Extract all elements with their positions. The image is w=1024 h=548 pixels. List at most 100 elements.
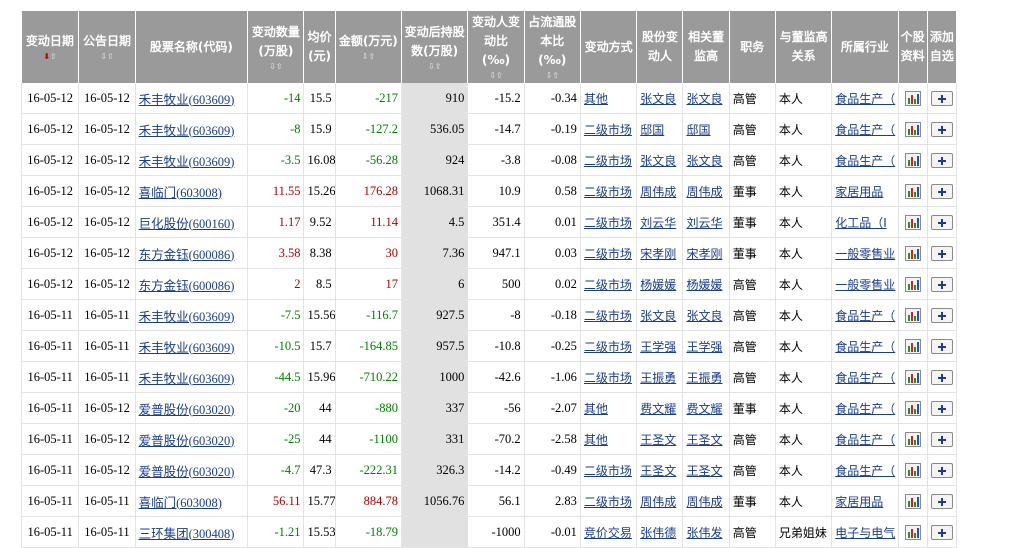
add-watchlist-plus-icon[interactable] (930, 183, 953, 199)
industry-link[interactable]: 一般零售业 (835, 278, 895, 292)
sort-arrows-icon[interactable]: ⇩⇧ (404, 62, 465, 72)
sort-arrows-icon[interactable]: ⇩⇧ (81, 52, 132, 62)
change-method-link[interactable]: 二级市场 (584, 123, 632, 137)
add-watchlist-plus-icon[interactable] (930, 214, 953, 230)
industry-link[interactable]: 家居用品 (835, 495, 883, 509)
stock-link[interactable]: 禾丰牧业(603609) (139, 310, 235, 324)
bar-chart-icon[interactable] (904, 431, 921, 447)
bar-chart-icon[interactable] (904, 214, 921, 230)
officer-link[interactable]: 张文良 (686, 309, 722, 323)
sort-up-icon[interactable]: ⇧ (552, 71, 559, 80)
add-watchlist-plus-icon[interactable] (930, 90, 953, 106)
industry-link[interactable]: 家居用品 (835, 185, 883, 199)
stock-link[interactable]: 爱普股份(603020) (139, 403, 235, 417)
officer-link[interactable]: 王圣文 (686, 464, 722, 478)
change-method-link[interactable]: 其他 (584, 92, 608, 106)
industry-link[interactable]: 食品生产（ (835, 340, 895, 354)
changer-link[interactable]: 张文良 (640, 154, 676, 168)
sort-up-icon[interactable]: ⇧ (496, 71, 503, 80)
change-method-link[interactable]: 二级市场 (584, 154, 632, 168)
stock-link[interactable]: 巨化股份(600160) (139, 217, 235, 231)
bar-chart-icon[interactable] (904, 524, 921, 540)
change-method-link[interactable]: 二级市场 (584, 309, 632, 323)
bar-chart-icon[interactable] (904, 493, 921, 509)
change-method-link[interactable]: 二级市场 (584, 371, 632, 385)
sort-down-icon[interactable]: ⇩ (489, 71, 496, 80)
th-change-date[interactable]: 变动日期 ⬇⇧ (21, 11, 80, 83)
sort-up-icon[interactable]: ⇧ (435, 62, 442, 71)
bar-chart-icon[interactable] (904, 276, 921, 292)
changer-link[interactable]: 张文良 (640, 309, 676, 323)
bar-chart-icon[interactable] (904, 400, 921, 416)
sort-up-icon[interactable]: ⇧ (276, 62, 283, 71)
add-watchlist-plus-icon[interactable] (930, 400, 953, 416)
stock-link[interactable]: 禾丰牧业(603609) (139, 155, 235, 169)
change-method-link[interactable]: 二级市场 (584, 495, 632, 509)
changer-link[interactable]: 王圣文 (640, 433, 676, 447)
sort-arrows-icon[interactable]: ⇩⇧ (338, 52, 399, 62)
change-method-link[interactable]: 二级市场 (584, 340, 632, 354)
add-watchlist-plus-icon[interactable] (930, 307, 953, 323)
stock-link[interactable]: 喜临门(603008) (139, 496, 222, 510)
officer-link[interactable]: 王振勇 (686, 371, 722, 385)
sort-arrows-icon[interactable]: ⬇⇧ (24, 52, 77, 62)
add-watchlist-plus-icon[interactable] (930, 431, 953, 447)
change-method-link[interactable]: 二级市场 (584, 464, 632, 478)
th-announce-date[interactable]: 公告日期 ⇩⇧ (78, 11, 136, 83)
add-watchlist-plus-icon[interactable] (930, 369, 953, 385)
change-method-link[interactable]: 其他 (584, 402, 608, 416)
industry-link[interactable]: 食品生产（ (835, 92, 895, 106)
sort-up-icon[interactable]: ⇧ (50, 52, 57, 61)
officer-link[interactable]: 刘云华 (686, 216, 722, 230)
sort-arrows-icon[interactable]: ⇩⇧ (470, 71, 521, 81)
industry-link[interactable]: 电子与电气 (835, 526, 895, 540)
stock-link[interactable]: 三环集团(300408) (139, 527, 235, 541)
sort-arrows-icon[interactable]: ⇩⇧ (527, 71, 578, 81)
bar-chart-icon[interactable] (904, 245, 921, 261)
officer-link[interactable]: 宋孝刚 (686, 247, 722, 261)
stock-link[interactable]: 喜临门(603008) (139, 186, 222, 200)
th-float-ratio[interactable]: 占流通股本比(‰) ⇩⇧ (524, 11, 581, 83)
change-method-link[interactable]: 二级市场 (584, 247, 632, 261)
officer-link[interactable]: 周伟成 (686, 495, 722, 509)
th-holding-after[interactable]: 变动后持股数(万股) ⇩⇧ (401, 11, 469, 83)
officer-link[interactable]: 杨媛媛 (686, 278, 722, 292)
add-watchlist-plus-icon[interactable] (930, 493, 953, 509)
industry-link[interactable]: 食品生产（ (835, 402, 895, 416)
changer-link[interactable]: 张文良 (640, 92, 676, 106)
add-watchlist-plus-icon[interactable] (930, 276, 953, 292)
th-person-ratio[interactable]: 变动人变动比(‰) ⇩⇧ (467, 11, 525, 83)
change-method-link[interactable]: 二级市场 (584, 216, 632, 230)
industry-link[interactable]: 食品生产（ (835, 154, 895, 168)
bar-chart-icon[interactable] (904, 307, 921, 323)
add-watchlist-plus-icon[interactable] (930, 338, 953, 354)
stock-link[interactable]: 爱普股份(603020) (139, 434, 235, 448)
stock-link[interactable]: 禾丰牧业(603609) (139, 124, 235, 138)
industry-link[interactable]: 食品生产（ (835, 371, 895, 385)
sort-down-icon[interactable]: ⇩ (269, 62, 276, 71)
officer-link[interactable]: 张文良 (686, 92, 722, 106)
change-method-link[interactable]: 二级市场 (584, 185, 632, 199)
changer-link[interactable]: 王学强 (640, 340, 676, 354)
sort-up-icon[interactable]: ⇧ (107, 52, 114, 61)
officer-link[interactable]: 张伟发 (686, 526, 722, 540)
officer-link[interactable]: 周伟成 (686, 185, 722, 199)
change-method-link[interactable]: 二级市场 (584, 278, 632, 292)
th-change-qty[interactable]: 变动数量(万股) ⇩⇧ (247, 11, 305, 83)
sort-arrows-icon[interactable]: ⇩⇧ (250, 62, 301, 72)
bar-chart-icon[interactable] (904, 338, 921, 354)
sort-up-icon[interactable]: ⇧ (368, 52, 375, 61)
officer-link[interactable]: 费文耀 (686, 402, 722, 416)
stock-link[interactable]: 爱普股份(603020) (139, 465, 235, 479)
bar-chart-icon[interactable] (904, 152, 921, 168)
officer-link[interactable]: 王圣文 (686, 433, 722, 447)
add-watchlist-plus-icon[interactable] (930, 121, 953, 137)
add-watchlist-plus-icon[interactable] (930, 152, 953, 168)
sort-down-icon[interactable]: ⬇ (43, 52, 50, 61)
officer-link[interactable]: 邸国 (686, 123, 710, 137)
industry-link[interactable]: 一般零售业 (835, 247, 895, 261)
industry-link[interactable]: 化工品（I (835, 216, 887, 230)
bar-chart-icon[interactable] (904, 183, 921, 199)
change-method-link[interactable]: 竞价交易 (584, 526, 632, 540)
changer-link[interactable]: 周伟成 (640, 185, 676, 199)
